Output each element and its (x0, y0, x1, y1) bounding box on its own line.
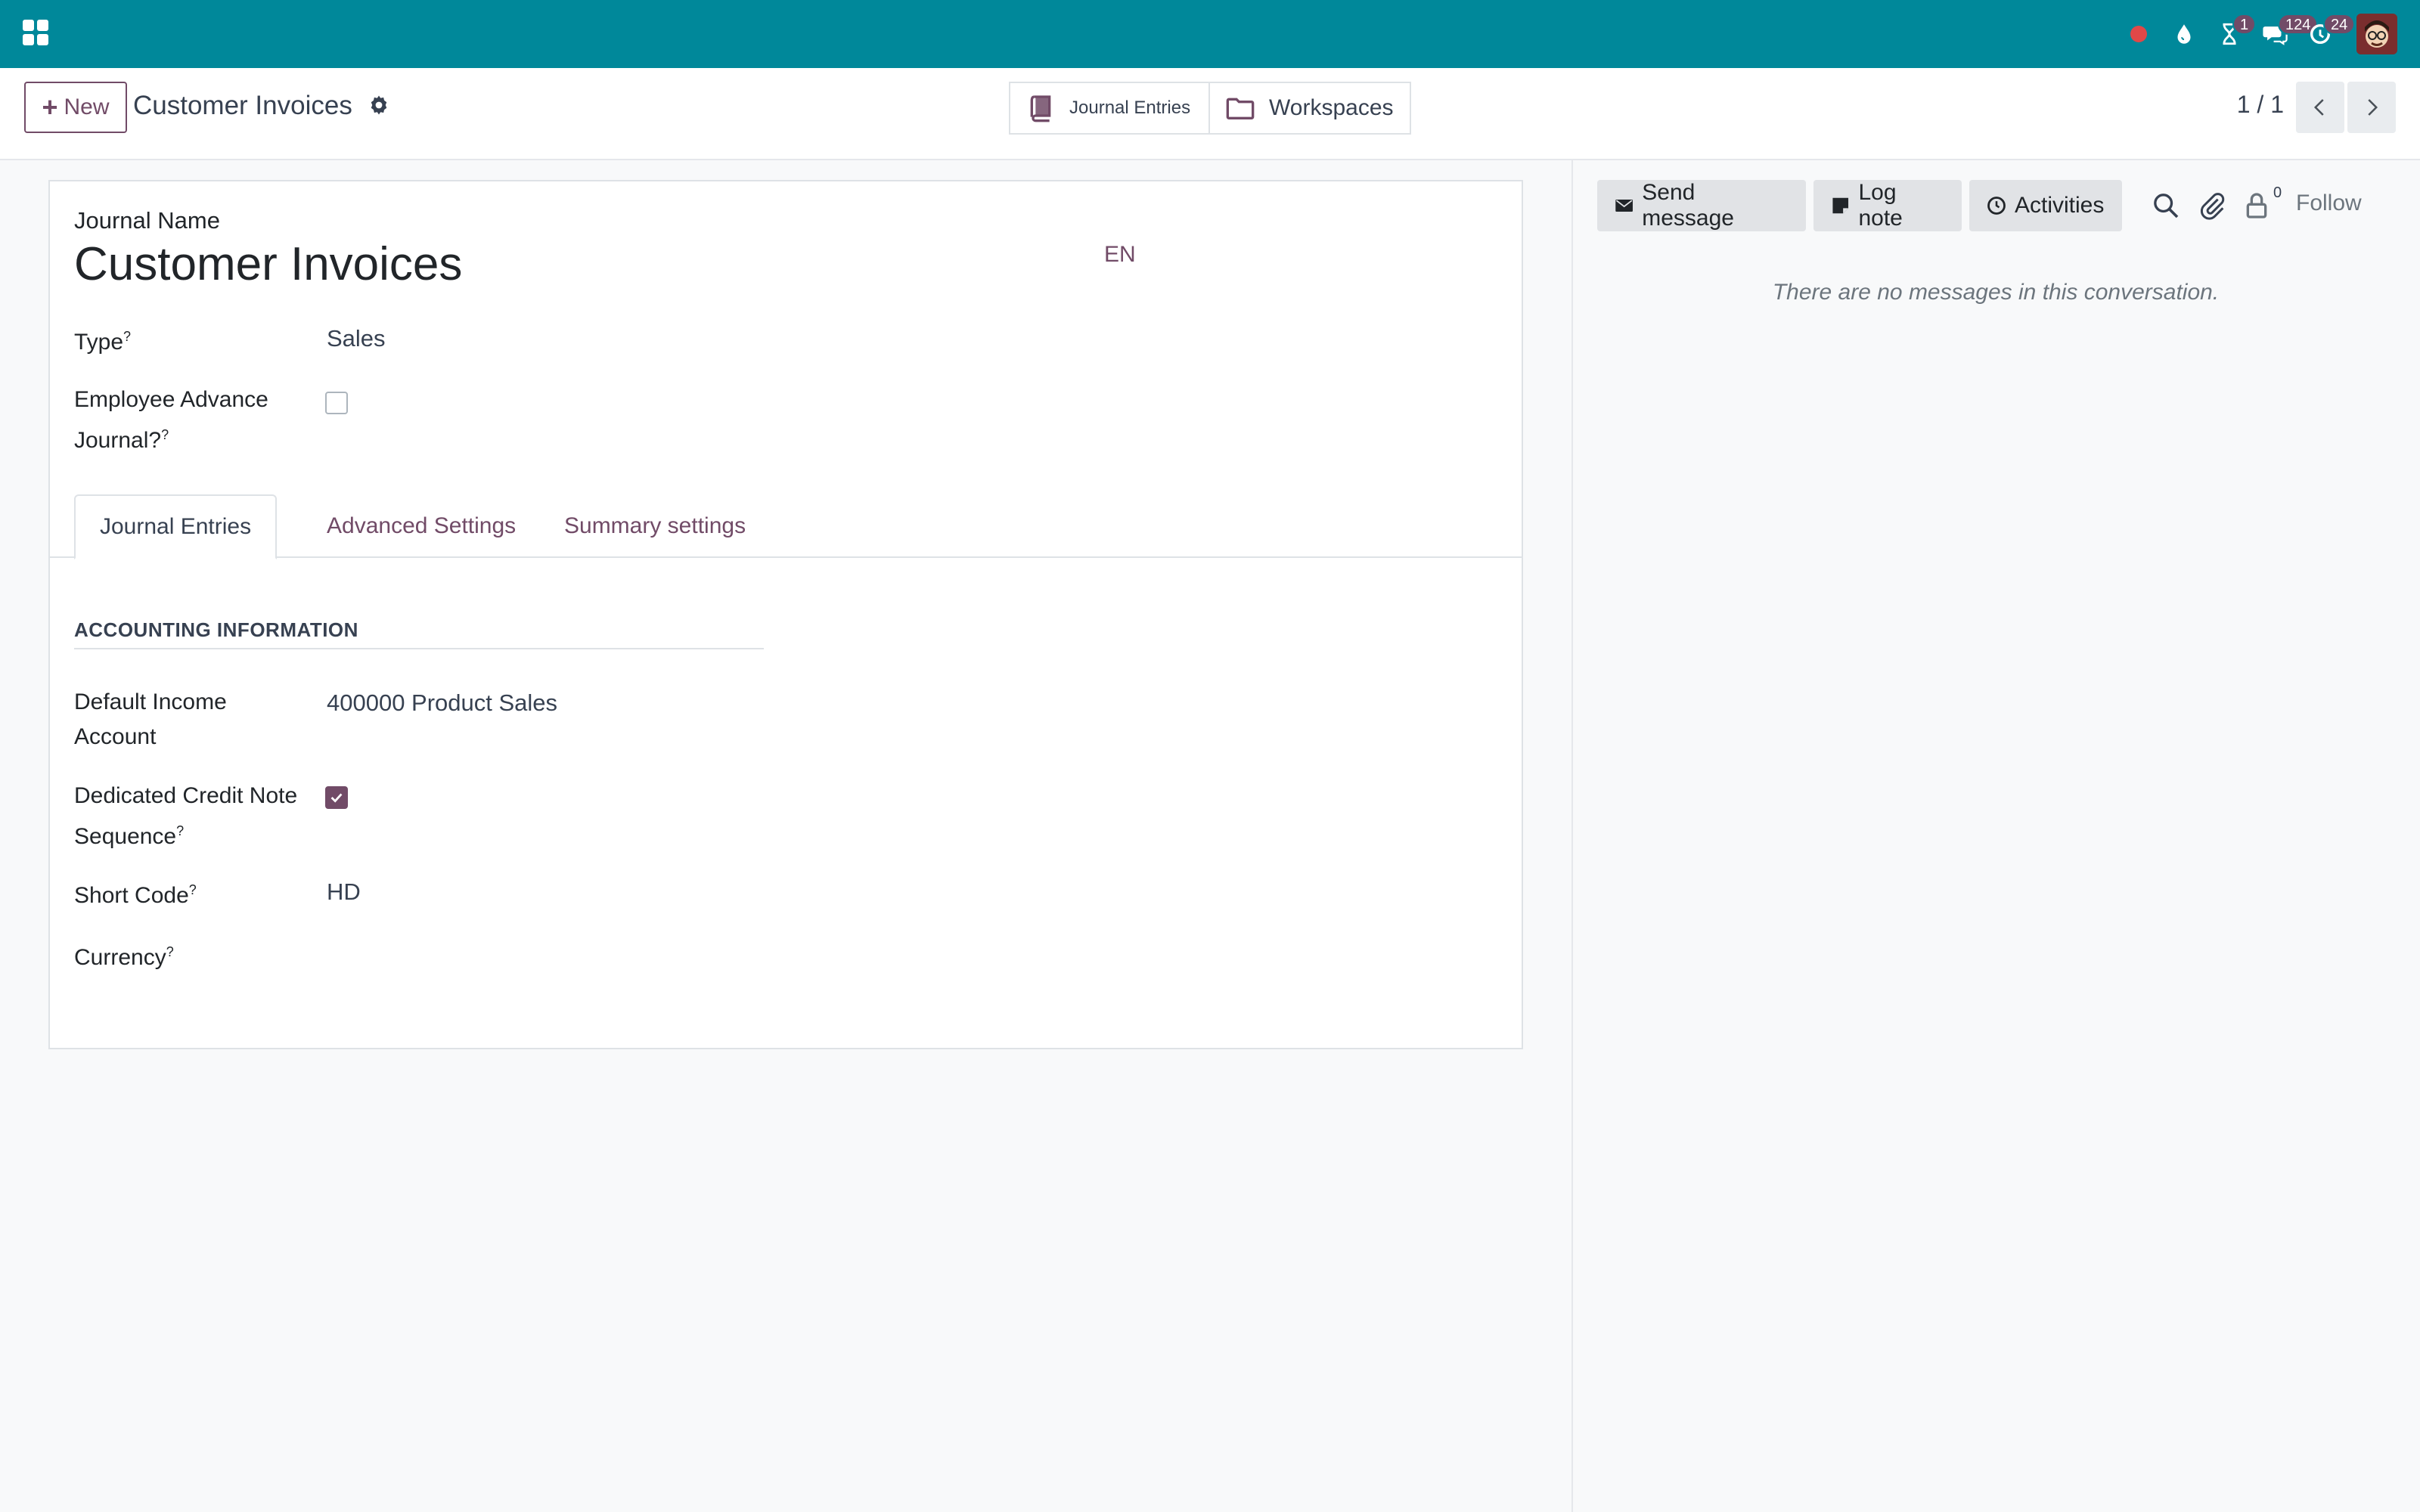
tab-journal-entries[interactable]: Journal Entries (74, 494, 278, 559)
chatter-divider (1571, 160, 1573, 1512)
activities-hourglass-icon[interactable]: 1 (2207, 0, 2257, 68)
check-icon (330, 793, 343, 803)
book-icon (1030, 95, 1051, 122)
credit-note-tooltip-mark[interactable]: ? (176, 823, 184, 838)
log-note-label: Log note (1858, 180, 1903, 231)
clock-icon (1987, 197, 2006, 215)
workspaces-label: Workspaces (1269, 95, 1394, 120)
gear-icon[interactable] (368, 94, 390, 116)
employee-advance-checkbox[interactable] (325, 392, 348, 414)
control-panel: + New Customer Invoices Journal Entries … (0, 68, 2420, 160)
navbar-systray: 1 124 24 (2116, 0, 2397, 68)
folder-icon (1226, 98, 1255, 119)
plus-icon: + (42, 91, 58, 122)
credit-note-sequence-checkbox[interactable] (325, 786, 348, 809)
updates-icon[interactable]: 24 (2297, 0, 2356, 68)
breadcrumb-title: Customer Invoices (133, 91, 352, 120)
envelope-icon (1615, 200, 1633, 212)
log-note-button[interactable]: Log note (1813, 180, 1962, 231)
currency-label: Currency? (74, 944, 174, 970)
chevron-left-icon (2313, 99, 2324, 116)
follow-button[interactable]: Follow (2296, 191, 2362, 216)
search-icon[interactable] (2151, 191, 2181, 221)
currency-tooltip-mark[interactable]: ? (166, 944, 174, 959)
updates-badge: 24 (2323, 14, 2356, 35)
send-message-button[interactable]: Send message (1597, 180, 1806, 231)
activities-label: Activities (2015, 193, 2105, 218)
employee-advance-tooltip-mark[interactable]: ? (161, 427, 169, 442)
lock-icon[interactable] (2242, 191, 2272, 221)
smart-buttons: Journal Entries Workspaces (1009, 82, 1411, 135)
pager-previous-button[interactable] (2296, 82, 2344, 133)
journal-entries-label: Journal Entries (1069, 98, 1191, 118)
credit-note-sequence-label: Dedicated Credit Note Sequence? (74, 783, 298, 849)
chevron-right-icon (2368, 99, 2378, 116)
paperclip-icon[interactable] (2198, 191, 2228, 221)
drop-icon[interactable] (2161, 0, 2207, 68)
language-button[interactable]: EN (1104, 242, 1136, 268)
follower-count: 0 (2273, 184, 2282, 201)
type-label: Type? (74, 329, 132, 355)
type-field[interactable]: Sales (327, 325, 386, 352)
messages-icon[interactable]: 124 (2252, 0, 2319, 68)
short-code-label: Short Code? (74, 882, 197, 908)
journal-entries-smart-button[interactable]: Journal Entries (1009, 82, 1210, 135)
form-sheet: Journal Name Customer Invoices EN Type? … (48, 180, 1523, 1049)
send-message-label: Send message (1642, 180, 1734, 231)
tab-advanced-settings[interactable]: Advanced Settings (302, 494, 540, 558)
user-avatar[interactable] (2356, 14, 2397, 54)
employee-advance-label: Employee Advance Journal?? (74, 387, 268, 453)
tab-summary-settings[interactable]: Summary settings (540, 494, 770, 558)
type-tooltip-mark[interactable]: ? (123, 329, 131, 344)
short-code-field[interactable]: HD (327, 878, 361, 906)
top-navbar: 1 124 24 (0, 0, 2420, 68)
notebook-tabs: Journal Entries Advanced Settings Summar… (50, 494, 1522, 559)
default-income-account-field[interactable]: 400000 Product Sales (327, 689, 557, 717)
workspaces-smart-button[interactable]: Workspaces (1210, 82, 1411, 135)
apps-menu-icon[interactable] (23, 20, 48, 45)
pager-next-button[interactable] (2347, 82, 2396, 133)
default-income-account-label: Default Income Account (74, 689, 227, 749)
record-icon[interactable] (2116, 0, 2161, 68)
activities-button[interactable]: Activities (1969, 180, 2122, 231)
short-code-tooltip-mark[interactable]: ? (189, 882, 197, 897)
empty-conversation-message: There are no messages in this conversati… (1772, 280, 2220, 305)
new-button[interactable]: + New (24, 82, 127, 133)
note-icon (1832, 197, 1849, 214)
journal-name-label: Journal Name (74, 207, 220, 234)
accounting-information-title: ACCOUNTING INFORMATION (74, 618, 764, 649)
new-button-label: New (64, 94, 110, 119)
journal-name-field[interactable]: Customer Invoices (74, 237, 462, 291)
pager-nav (2296, 82, 2396, 133)
pager-value[interactable]: 1 / 1 (2237, 91, 2284, 119)
